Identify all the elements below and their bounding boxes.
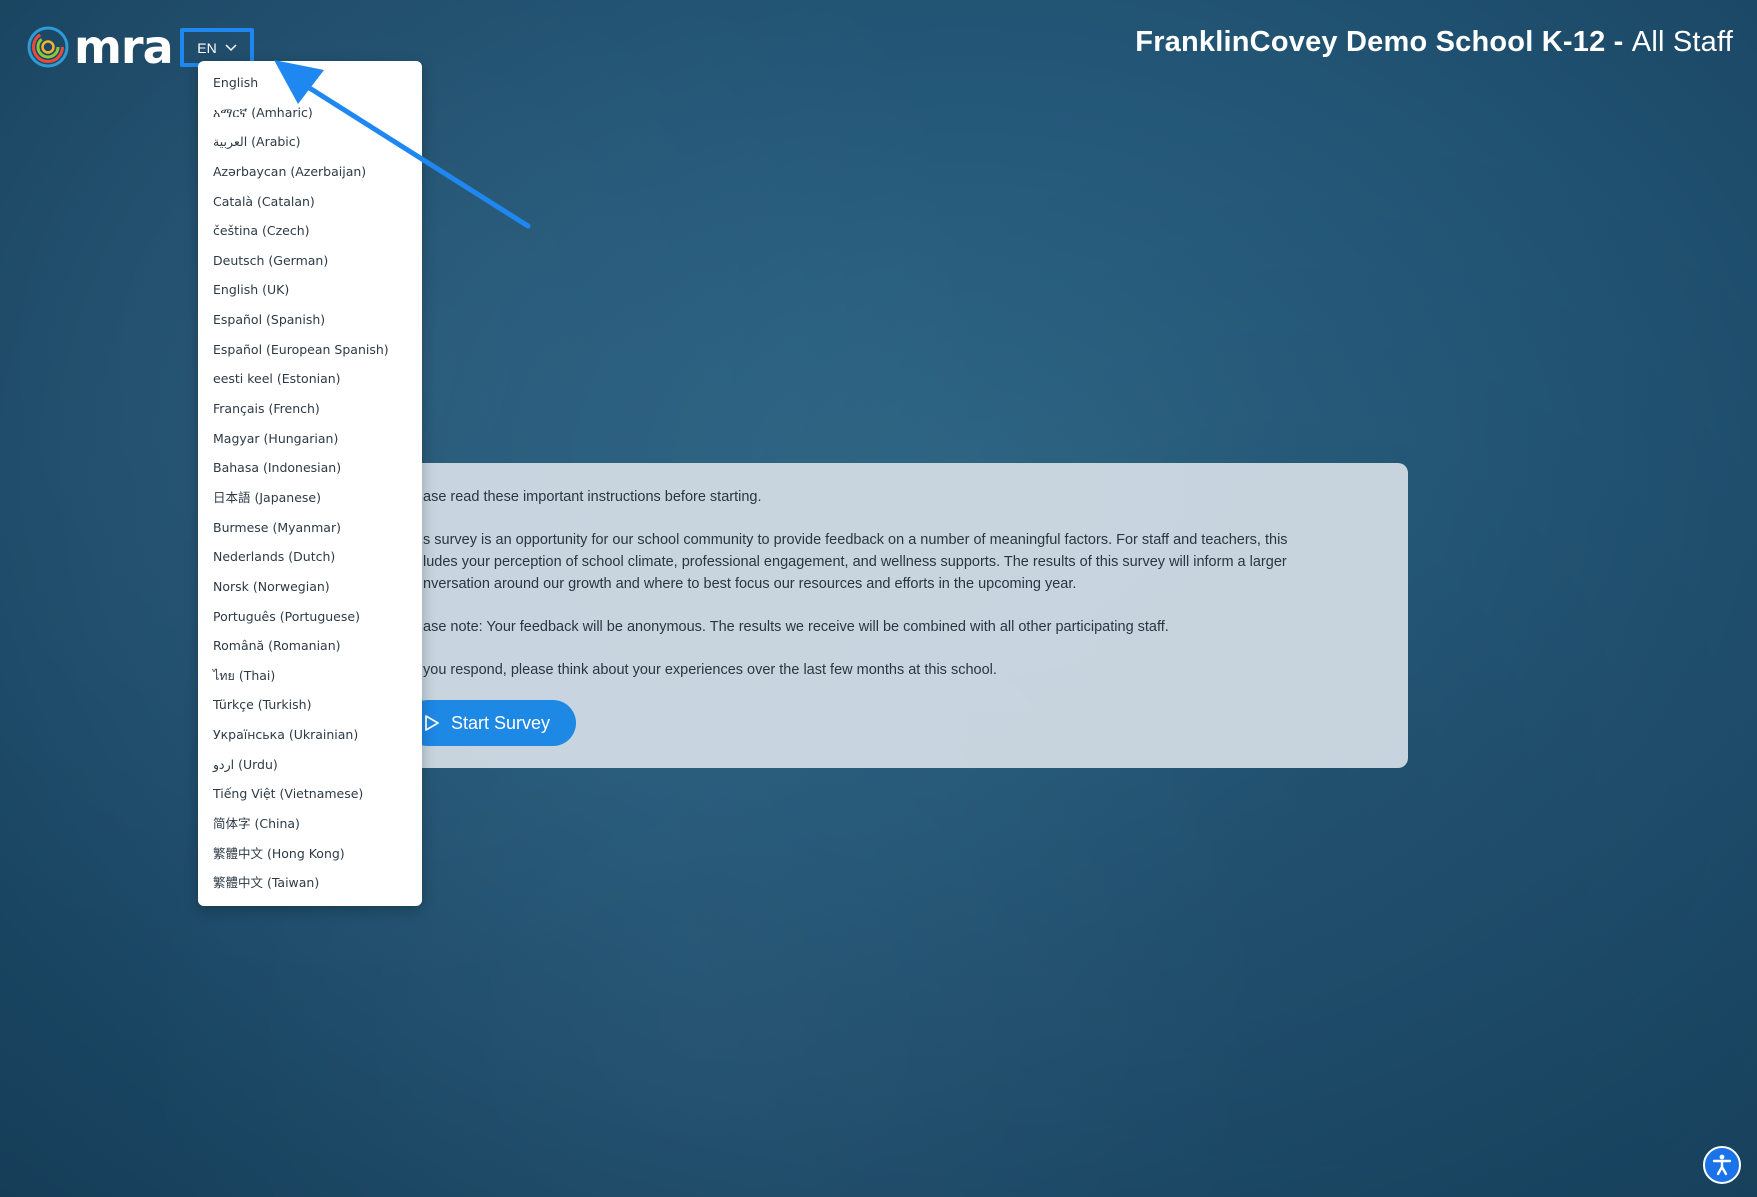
language-option[interactable]: Español (European Spanish) (198, 335, 422, 365)
language-option[interactable]: ไทย (Thai) (198, 661, 422, 691)
language-dropdown-menu[interactable]: English አማርኛ (Amharic) العربية (Arabic) Azə… (198, 61, 422, 906)
start-survey-label: Start Survey (451, 712, 551, 733)
language-option[interactable]: Català (Catalan) (198, 187, 422, 217)
accessibility-icon (1712, 1154, 1732, 1176)
start-survey-button[interactable]: Start Survey (405, 700, 577, 746)
language-option[interactable]: Română (Romanian) (198, 631, 422, 661)
language-option[interactable]: Deutsch (German) (198, 246, 422, 276)
language-option[interactable]: 日本語 (Japanese) (198, 483, 422, 513)
language-option[interactable]: አማርኛ (Amharic) (198, 98, 422, 128)
language-option[interactable]: čeština (Czech) (198, 216, 422, 246)
language-option[interactable]: Español (Spanish) (198, 305, 422, 335)
language-current: EN (197, 39, 217, 56)
logo-text: mra (74, 20, 174, 74)
mra-ring-logo-icon (27, 26, 69, 68)
language-option[interactable]: Français (French) (198, 394, 422, 424)
instructions-intro: ase read these important instructions be… (423, 489, 762, 505)
language-option[interactable]: eesti keel (Estonian) (198, 364, 422, 394)
instructions-purpose-line-1: s survey is an opportunity for our schoo… (423, 532, 1288, 548)
language-option[interactable]: Burmese (Myanmar) (198, 513, 422, 543)
language-option[interactable]: Українська (Ukrainian) (198, 720, 422, 750)
school-name: FranklinCovey Demo School K-12 (1135, 26, 1606, 58)
language-option[interactable]: Türkçe (Turkish) (198, 690, 422, 720)
page-title: FranklinCovey Demo School K-12 - All Sta… (1135, 26, 1733, 59)
title-separator: - (1605, 26, 1632, 58)
chevron-down-icon (225, 43, 237, 51)
language-option[interactable]: Bahasa (Indonesian) (198, 453, 422, 483)
instructions-anonymity: ase note: Your feedback will be anonymou… (423, 619, 1169, 635)
instructions-purpose-line-2: ludes your perception of school climate,… (423, 554, 1287, 570)
language-option[interactable]: English (UK) (198, 275, 422, 305)
instructions-purpose: s survey is an opportunity for our schoo… (423, 529, 1378, 595)
language-option[interactable]: 简体字 (China) (198, 809, 422, 839)
language-option[interactable]: 繁體中文 (Hong Kong) (198, 839, 422, 869)
language-option[interactable]: Norsk (Norwegian) (198, 572, 422, 602)
language-option[interactable]: Tiếng Việt (Vietnamese) (198, 779, 422, 809)
survey-audience: All Staff (1631, 26, 1733, 58)
instructions-card: ase read these important instructions be… (380, 463, 1408, 768)
accessibility-button[interactable] (1703, 1146, 1741, 1184)
language-option[interactable]: English (198, 68, 422, 98)
instructions-reflection: you respond, please think about your exp… (423, 662, 997, 678)
language-option[interactable]: Magyar (Hungarian) (198, 424, 422, 454)
language-option[interactable]: Azərbaycan (Azerbaijan) (198, 157, 422, 187)
language-option[interactable]: 繁體中文 (Taiwan) (198, 868, 422, 898)
instructions-purpose-line-3: nversation around our growth and where t… (423, 576, 1077, 592)
language-option[interactable]: اردو (Urdu) (198, 750, 422, 780)
language-option[interactable]: العربية (Arabic) (198, 127, 422, 157)
language-option[interactable]: Nederlands (Dutch) (198, 542, 422, 572)
language-option[interactable]: Português (Portuguese) (198, 602, 422, 632)
play-icon (425, 715, 439, 731)
mra-logo[interactable]: mra (26, 20, 174, 74)
